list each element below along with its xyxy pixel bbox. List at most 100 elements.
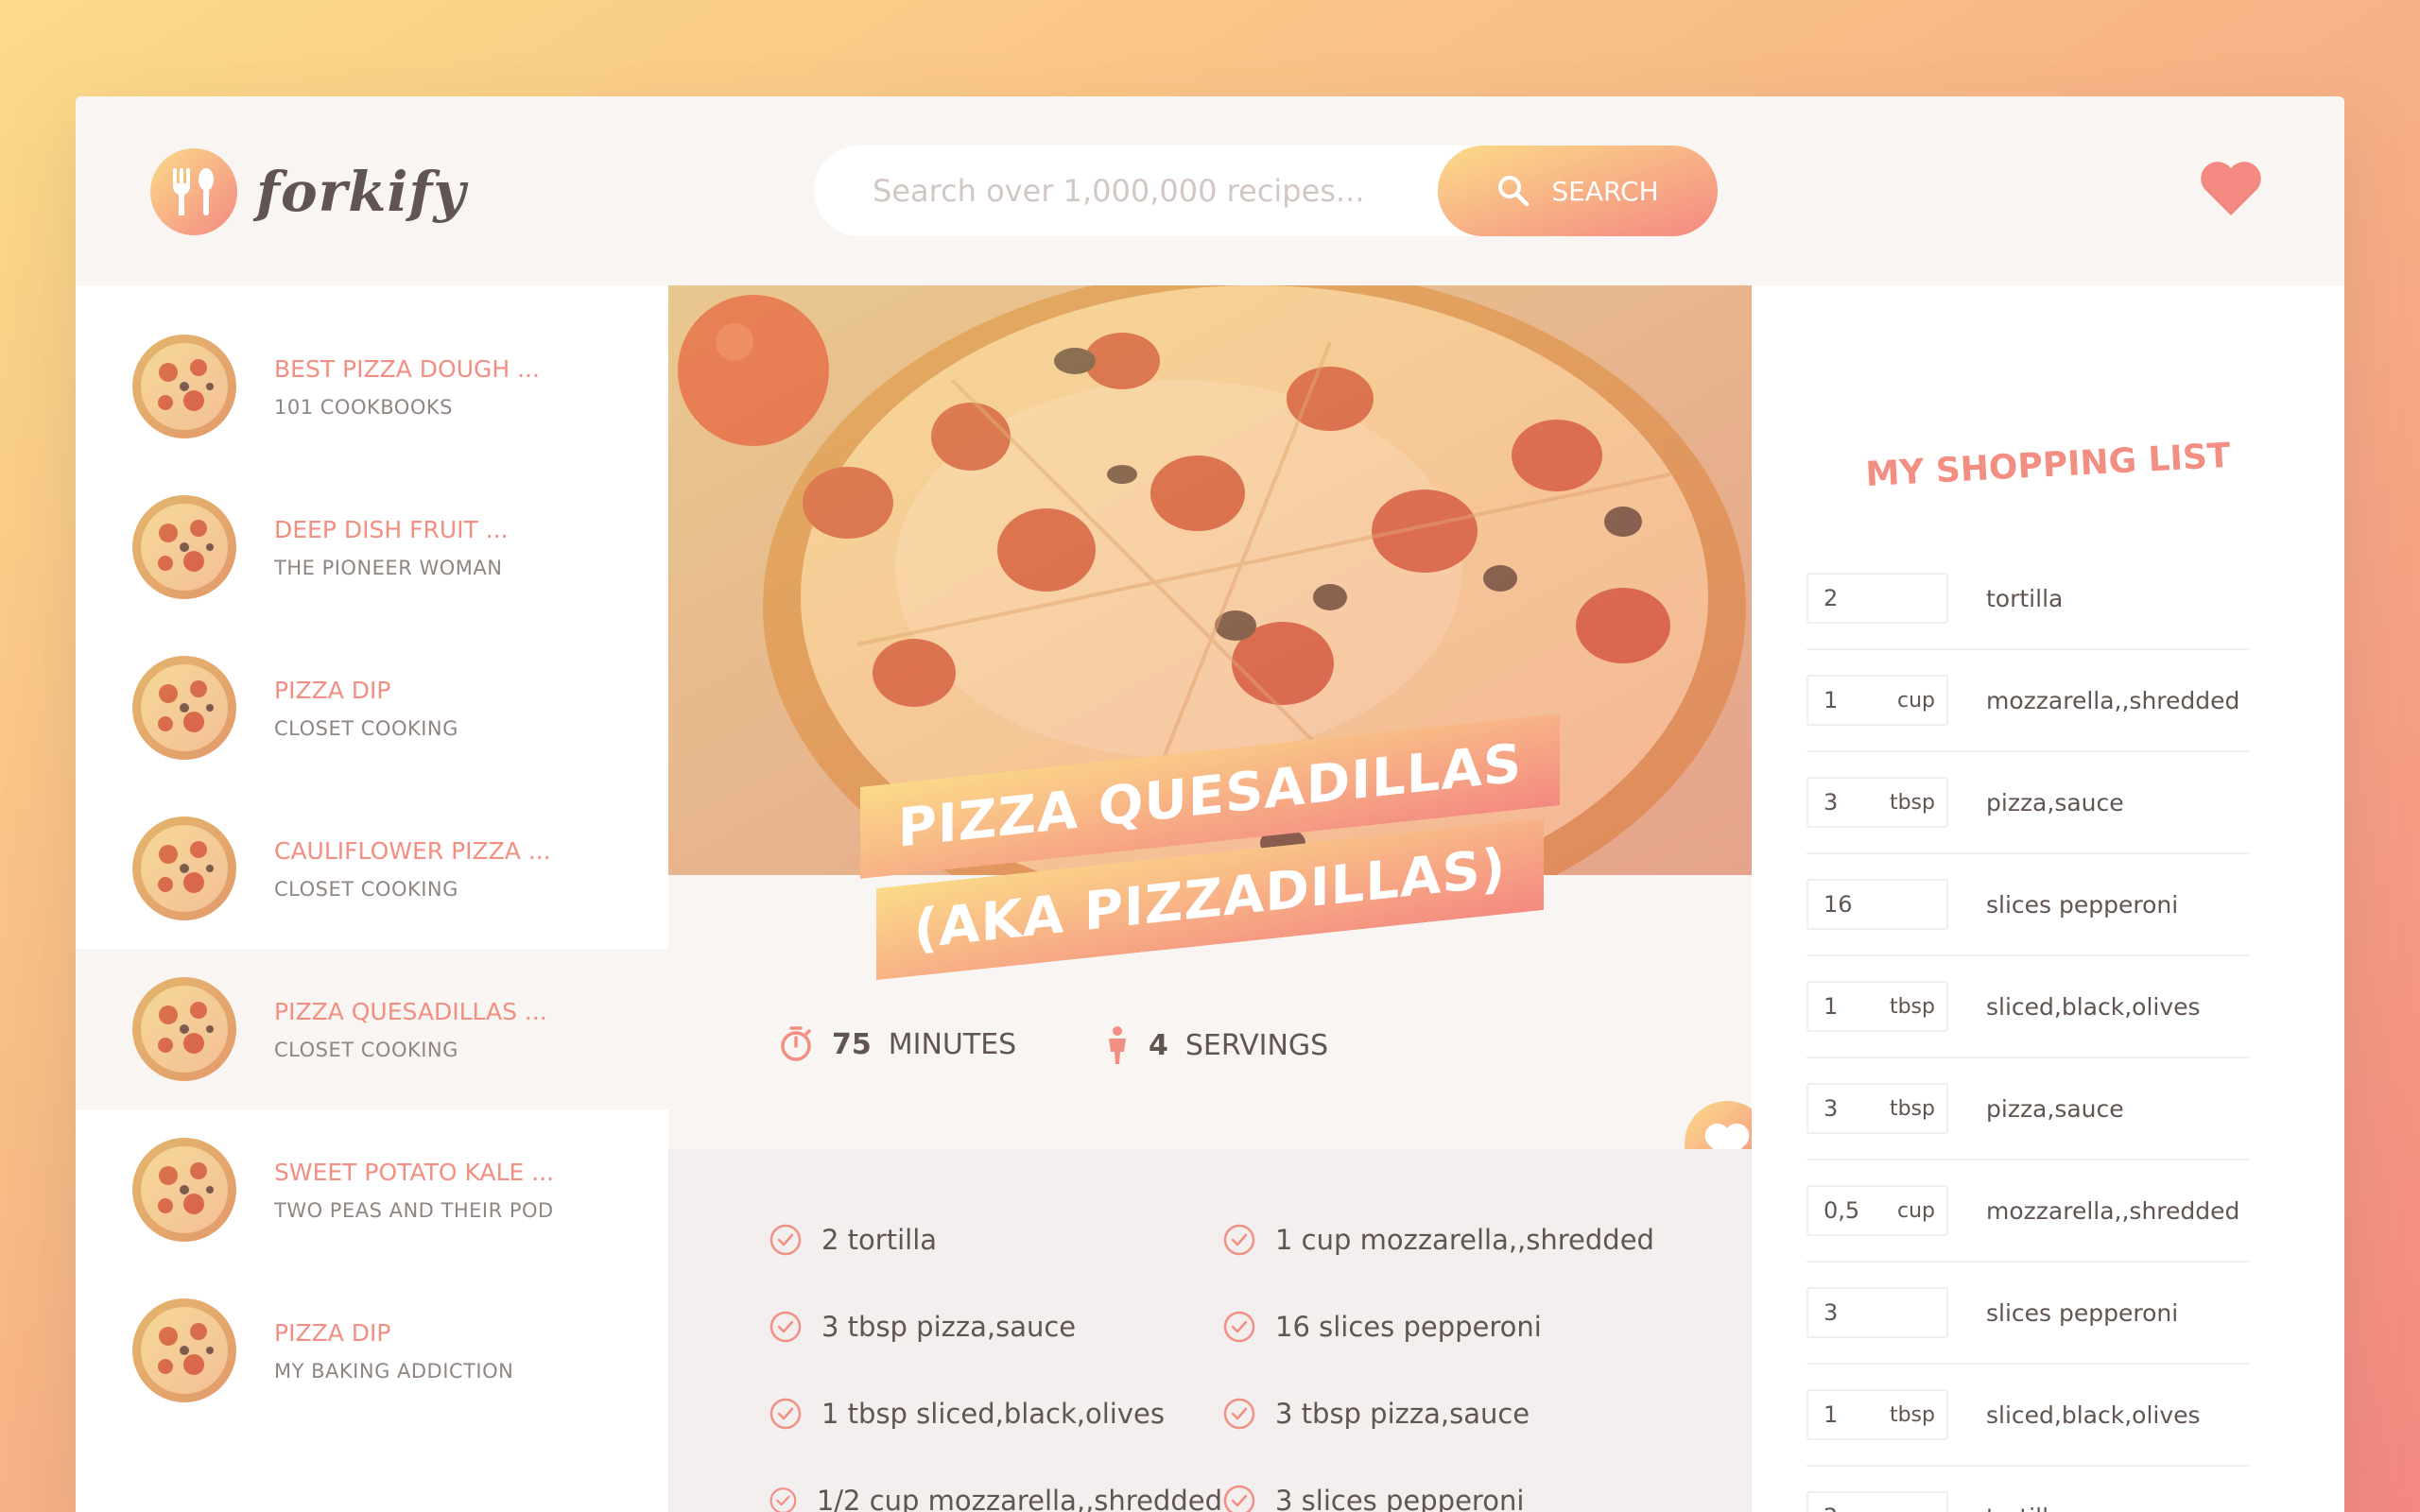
search-button-label: Search: [1551, 175, 1659, 207]
result-item[interactable]: Cauliflower Pizza ... Closet Cooking: [76, 788, 668, 949]
result-thumbnail: [132, 816, 236, 920]
search-results: Best Pizza Dough ... 101 Cookbooks Deep …: [76, 285, 668, 1512]
result-title: Deep Dish Fruit ...: [274, 515, 509, 543]
shopping-count: 3: [1824, 789, 1839, 816]
shopping-count-input[interactable]: 1 tbsp: [1806, 1389, 1948, 1440]
shopping-item: 1 tbsp sliced,black,olives: [1806, 1365, 2249, 1467]
shopping-description: tortilla: [1986, 584, 2064, 612]
shopping-item: 2 tortilla: [1806, 548, 2249, 650]
result-publisher: 101 Cookbooks: [274, 395, 453, 419]
check-circle-icon: [1223, 1485, 1255, 1512]
ingredient-list: 2 tortilla 1 cup mozzarella,,shredded 3 tb…: [769, 1218, 1676, 1512]
search-button[interactable]: Search: [1438, 146, 1718, 236]
ingredient-text: 16 slices pepperoni: [1275, 1311, 1542, 1343]
recipe-time: 75 Minutes: [777, 1025, 1016, 1063]
shopping-unit: cup: [1896, 1198, 1935, 1223]
result-thumbnail: [132, 1298, 236, 1402]
result-title: Pizza Dip: [274, 676, 391, 704]
result-item[interactable]: Sweet Potato Kale ... Two Peas and Their…: [76, 1109, 668, 1270]
result-thumbnail: [132, 495, 236, 599]
shopping-item: 3 tbsp pizza,sauce: [1806, 752, 2249, 854]
shopping-unit: tbsp: [1889, 994, 1935, 1019]
shopping-item: 1 cup mozzarella,,shredded: [1806, 650, 2249, 752]
search-input[interactable]: [873, 173, 1440, 209]
shopping-count: 2: [1824, 585, 1839, 611]
result-publisher: Two Peas and Their Pod: [274, 1198, 554, 1222]
recipe-time-value: 75: [832, 1027, 872, 1061]
shopping-description: slices pepperoni: [1986, 1298, 2179, 1327]
result-item[interactable]: Best Pizza Dough ... 101 Cookbooks: [76, 306, 668, 467]
shopping-count-input[interactable]: 16: [1806, 879, 1948, 930]
result-item[interactable]: Pizza Quesadillas ... Closet Cooking: [76, 949, 668, 1109]
shopping-count: 1: [1824, 687, 1839, 713]
shopping-unit: tbsp: [1889, 1096, 1935, 1121]
recipe-servings-label: Servings: [1184, 1028, 1329, 1062]
result-thumbnail: [132, 977, 236, 1081]
shopping-count-input[interactable]: 3 tbsp: [1806, 777, 1948, 828]
shopping-count: 1: [1824, 993, 1839, 1020]
ingredient-text: 1 tbsp sliced,black,olives: [821, 1398, 1165, 1430]
shopping-count-input[interactable]: 3 tbsp: [1806, 1083, 1948, 1134]
shopping-list-title: My Shopping List: [1864, 436, 2232, 495]
check-circle-icon: [1223, 1311, 1255, 1343]
shopping-item: 16 slices pepperoni: [1806, 854, 2249, 956]
person-icon: [1109, 1026, 1126, 1064]
ingredient-item: 3 tbsp pizza,sauce: [769, 1305, 1222, 1349]
ingredient-item: 3 tbsp pizza,sauce: [1222, 1392, 1676, 1435]
results-list: Best Pizza Dough ... 101 Cookbooks Deep …: [76, 306, 668, 1431]
shopping-count-input[interactable]: 2: [1806, 573, 1948, 624]
shopping-count-input[interactable]: 3: [1806, 1287, 1948, 1338]
shopping-description: mozzarella,,shredded: [1986, 686, 2240, 714]
result-thumbnail: [132, 335, 236, 438]
shopping-description: mozzarella,,shredded: [1986, 1196, 2240, 1225]
recipe-panel: Pizza Quesadillas (Aka Pizzadillas) 75 M…: [668, 285, 1770, 1512]
check-circle-icon: [769, 1224, 802, 1256]
check-circle-icon: [1223, 1398, 1255, 1430]
fork-spoon-icon: [150, 148, 237, 235]
check-circle-icon: [769, 1311, 802, 1343]
shopping-item: 3 slices pepperoni: [1806, 1263, 2249, 1365]
result-title: Pizza Quesadillas ...: [274, 997, 547, 1025]
header: forkify Search: [76, 96, 2344, 285]
result-item[interactable]: Pizza Dip Closet Cooking: [76, 627, 668, 788]
recipe-ingredients: 2 tortilla 1 cup mozzarella,,shredded 3 tb…: [668, 1149, 1752, 1512]
result-thumbnail: [132, 1138, 236, 1242]
result-publisher: Closet Cooking: [274, 877, 458, 901]
ingredient-item: 1/2 cup mozzarella,,shredded: [769, 1479, 1222, 1512]
shopping-count-input[interactable]: 2: [1806, 1491, 1948, 1512]
shopping-unit: cup: [1896, 688, 1935, 713]
shopping-count-input[interactable]: 1 cup: [1806, 675, 1948, 726]
shopping-unit: tbsp: [1889, 1402, 1935, 1427]
logo[interactable]: forkify: [150, 148, 466, 235]
ingredient-item: 1 tbsp sliced,black,olives: [769, 1392, 1222, 1435]
shopping-description: sliced,black,olives: [1986, 992, 2201, 1021]
result-publisher: Closet Cooking: [274, 716, 458, 740]
result-item[interactable]: Deep Dish Fruit ... The Pioneer Woman: [76, 467, 668, 627]
ingredient-text: 3 slices pepperoni: [1275, 1485, 1525, 1512]
likes-button[interactable]: [2199, 161, 2263, 221]
shopping-count-input[interactable]: 0,5 cup: [1806, 1185, 1948, 1236]
shopping-description: slices pepperoni: [1986, 890, 2179, 919]
search-icon: [1498, 176, 1530, 207]
recipe-servings-value: 4: [1149, 1028, 1168, 1062]
heart-icon: [2201, 162, 2261, 215]
shopping-count-input[interactable]: 1 tbsp: [1806, 981, 1948, 1032]
shopping-item: 0,5 cup mozzarella,,shredded: [1806, 1160, 2249, 1263]
result-publisher: Closet Cooking: [274, 1038, 458, 1061]
check-circle-icon: [769, 1487, 797, 1512]
ingredient-item: 16 slices pepperoni: [1222, 1305, 1676, 1349]
result-publisher: My Baking Addiction: [274, 1359, 514, 1383]
check-circle-icon: [1223, 1224, 1255, 1256]
ingredient-text: 2 tortilla: [821, 1224, 938, 1256]
result-title: Cauliflower Pizza ...: [274, 836, 551, 865]
shopping-count: 2: [1824, 1503, 1838, 1512]
shopping-item: 1 tbsp sliced,black,olives: [1806, 956, 2249, 1058]
search-form: Search: [814, 146, 1718, 236]
shopping-count: 3: [1824, 1095, 1839, 1122]
result-title: Pizza Dip: [274, 1318, 391, 1347]
shopping-description: pizza,sauce: [1986, 1094, 2124, 1123]
result-item[interactable]: Pizza Dip My Baking Addiction: [76, 1270, 668, 1431]
shopping-item: 3 tbsp pizza,sauce: [1806, 1058, 2249, 1160]
ingredient-item: 2 tortilla: [769, 1218, 1222, 1262]
shopping-description: sliced,black,olives: [1986, 1400, 2201, 1429]
